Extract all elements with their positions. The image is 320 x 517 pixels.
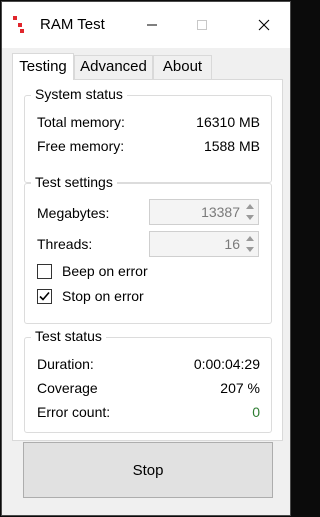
stop-on-error-label[interactable]: Stop on error: [62, 288, 144, 304]
error-count-label: Error count:: [37, 404, 111, 420]
tab-about[interactable]: About: [153, 55, 212, 79]
checkmark-icon: [39, 291, 50, 301]
test-status-group: Test status Duration: 0:00:04:29 Coverag…: [24, 328, 272, 433]
free-memory-value: 1588 MB: [203, 138, 260, 154]
minimize-icon: [147, 24, 157, 26]
spin-down-icon: [246, 247, 254, 252]
test-status-title: Test status: [31, 328, 106, 344]
free-memory-label: Free memory:: [37, 138, 125, 154]
title-bar[interactable]: RAM Test: [2, 2, 290, 48]
beep-on-error-label[interactable]: Beep on error: [62, 263, 148, 279]
coverage-label: Coverage: [37, 380, 98, 396]
spin-down-icon: [246, 215, 254, 220]
duration-value: 0:00:04:29: [193, 356, 260, 372]
megabytes-value[interactable]: 13387: [201, 204, 240, 220]
coverage-value: 207 %: [220, 380, 260, 396]
tab-advanced[interactable]: Advanced: [74, 55, 153, 79]
megabytes-label: Megabytes:: [37, 205, 110, 221]
spin-up-icon: [246, 204, 254, 209]
stop-on-error-box[interactable]: [37, 288, 52, 304]
total-memory-label: Total memory:: [37, 114, 125, 130]
test-settings-title: Test settings: [31, 174, 117, 190]
close-icon: [258, 19, 270, 31]
beep-on-error-checkbox[interactable]: Beep on error: [37, 263, 148, 279]
beep-on-error-box[interactable]: [37, 263, 52, 279]
spin-up-icon: [246, 236, 254, 241]
tab-testing[interactable]: Testing: [12, 53, 74, 80]
threads-stepper[interactable]: 16: [149, 231, 259, 257]
system-status-group: System status Total memory: 16310 MB Fre…: [24, 86, 272, 183]
stop-button[interactable]: Stop: [23, 442, 273, 498]
minimize-button[interactable]: [129, 2, 175, 48]
threads-label: Threads:: [37, 236, 93, 252]
test-settings-group: Test settings Megabytes: 13387 Threads: …: [24, 174, 272, 324]
maximize-icon: [197, 20, 207, 30]
threads-decrease-button[interactable]: [243, 244, 257, 255]
window-title: RAM Test: [40, 16, 105, 33]
system-status-title: System status: [31, 86, 127, 102]
duration-label: Duration:: [37, 356, 94, 372]
close-button[interactable]: [241, 2, 287, 48]
app-window: RAM Test Testing Advanced About System s…: [1, 1, 291, 516]
stop-on-error-checkbox[interactable]: Stop on error: [37, 288, 144, 304]
app-icon: [13, 16, 24, 33]
megabytes-decrease-button[interactable]: [243, 212, 257, 223]
testing-panel: System status Total memory: 16310 MB Fre…: [12, 79, 283, 441]
total-memory-value: 16310 MB: [196, 114, 260, 130]
error-count-value: 0: [252, 404, 260, 420]
threads-value[interactable]: 16: [224, 236, 240, 252]
megabytes-increase-button[interactable]: [243, 201, 257, 212]
maximize-button[interactable]: [179, 2, 225, 48]
megabytes-stepper[interactable]: 13387: [149, 199, 259, 225]
threads-increase-button[interactable]: [243, 233, 257, 244]
